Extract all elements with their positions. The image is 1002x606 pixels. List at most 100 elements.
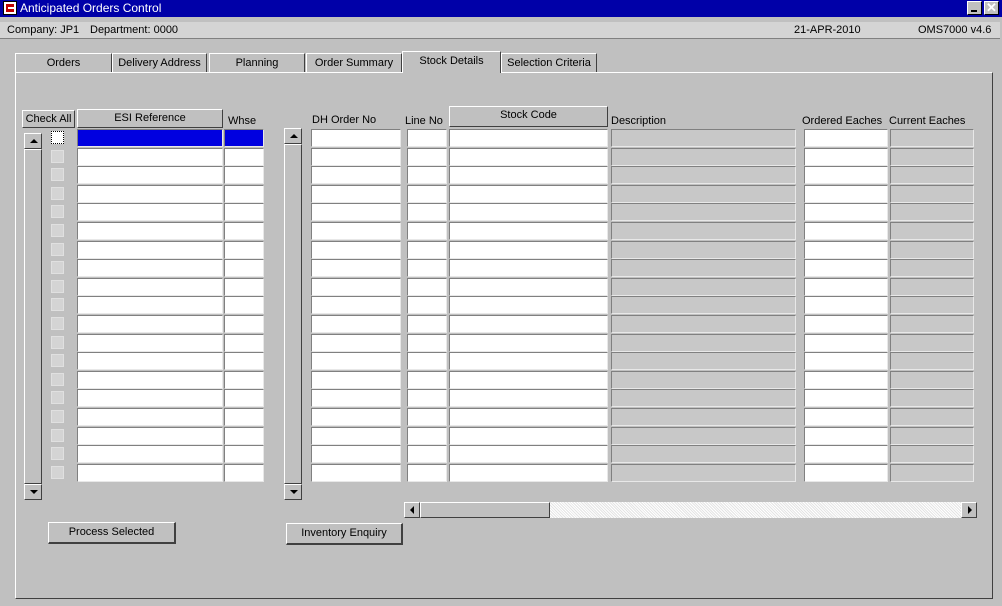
stock-code-cell[interactable] xyxy=(449,371,608,389)
left-vertical-scrollbar[interactable] xyxy=(24,133,42,500)
line-no-cell[interactable] xyxy=(407,371,447,389)
whse-cell[interactable] xyxy=(224,259,264,277)
ordered-eaches-cell[interactable] xyxy=(804,352,888,370)
row-checkbox[interactable] xyxy=(51,205,64,218)
stock-code-cell[interactable] xyxy=(449,408,608,426)
row-checkbox[interactable] xyxy=(51,317,64,330)
process-selected-button[interactable]: Process Selected xyxy=(48,522,176,544)
stock-code-cell[interactable] xyxy=(449,185,608,203)
esi-reference-cell[interactable] xyxy=(77,371,223,389)
dh-order-no-cell[interactable] xyxy=(311,296,401,314)
row-checkbox[interactable] xyxy=(51,187,64,200)
ordered-eaches-cell[interactable] xyxy=(804,148,888,166)
ordered-eaches-cell[interactable] xyxy=(804,278,888,296)
esi-reference-cell[interactable] xyxy=(77,464,223,482)
ordered-eaches-cell[interactable] xyxy=(804,408,888,426)
whse-cell[interactable] xyxy=(224,389,264,407)
line-no-cell[interactable] xyxy=(407,389,447,407)
stock-code-cell[interactable] xyxy=(449,166,608,184)
line-no-cell[interactable] xyxy=(407,352,447,370)
stock-code-cell[interactable] xyxy=(449,427,608,445)
stock-code-cell[interactable] xyxy=(449,259,608,277)
esi-reference-cell[interactable] xyxy=(77,185,223,203)
row-checkbox[interactable] xyxy=(51,224,64,237)
esi-reference-cell[interactable] xyxy=(77,166,223,184)
whse-cell[interactable] xyxy=(224,371,264,389)
inventory-enquiry-button[interactable]: Inventory Enquiry xyxy=(286,523,403,545)
row-checkbox[interactable] xyxy=(51,280,64,293)
whse-cell[interactable] xyxy=(224,166,264,184)
ordered-eaches-cell[interactable] xyxy=(804,296,888,314)
line-no-cell[interactable] xyxy=(407,445,447,463)
left-scroll-down-button[interactable] xyxy=(24,484,42,500)
right-vertical-scrollbar[interactable] xyxy=(284,128,302,500)
whse-cell[interactable] xyxy=(224,427,264,445)
dh-order-no-cell[interactable] xyxy=(311,464,401,482)
row-checkbox[interactable] xyxy=(51,466,64,479)
esi-reference-cell[interactable] xyxy=(77,445,223,463)
line-no-cell[interactable] xyxy=(407,241,447,259)
dh-order-no-cell[interactable] xyxy=(311,334,401,352)
dh-order-no-cell[interactable] xyxy=(311,259,401,277)
row-checkbox[interactable] xyxy=(51,391,64,404)
close-button[interactable]: ✕ xyxy=(984,0,999,15)
line-no-cell[interactable] xyxy=(407,408,447,426)
ordered-eaches-cell[interactable] xyxy=(804,166,888,184)
tab-planning[interactable]: Planning xyxy=(209,53,305,72)
whse-cell[interactable] xyxy=(224,334,264,352)
minimize-button[interactable] xyxy=(967,1,982,15)
stock-code-cell[interactable] xyxy=(449,222,608,240)
right-scroll-up-button[interactable] xyxy=(284,128,302,144)
ordered-eaches-cell[interactable] xyxy=(804,315,888,333)
esi-reference-cell[interactable] xyxy=(77,241,223,259)
ordered-eaches-cell[interactable] xyxy=(804,129,888,147)
line-no-cell[interactable] xyxy=(407,203,447,221)
whse-cell[interactable] xyxy=(224,222,264,240)
whse-cell[interactable] xyxy=(224,352,264,370)
stock-code-cell[interactable] xyxy=(449,315,608,333)
ordered-eaches-cell[interactable] xyxy=(804,241,888,259)
whse-cell[interactable] xyxy=(224,185,264,203)
line-no-cell[interactable] xyxy=(407,334,447,352)
ordered-eaches-cell[interactable] xyxy=(804,371,888,389)
dh-order-no-cell[interactable] xyxy=(311,445,401,463)
dh-order-no-cell[interactable] xyxy=(311,129,401,147)
stock-code-cell[interactable] xyxy=(449,203,608,221)
row-checkbox[interactable] xyxy=(51,168,64,181)
row-checkbox[interactable] xyxy=(51,131,64,144)
tab-selection-criteria[interactable]: Selection Criteria xyxy=(501,53,597,72)
esi-reference-cell[interactable] xyxy=(77,222,223,240)
esi-reference-cell[interactable] xyxy=(77,352,223,370)
dh-order-no-cell[interactable] xyxy=(311,278,401,296)
stock-code-cell[interactable] xyxy=(449,352,608,370)
ordered-eaches-cell[interactable] xyxy=(804,427,888,445)
stock-code-cell[interactable] xyxy=(449,241,608,259)
dh-order-no-cell[interactable] xyxy=(311,408,401,426)
esi-reference-cell[interactable] xyxy=(77,129,223,147)
tab-delivery-address[interactable]: Delivery Address xyxy=(112,53,207,72)
ordered-eaches-cell[interactable] xyxy=(804,389,888,407)
line-no-cell[interactable] xyxy=(407,166,447,184)
dh-order-no-cell[interactable] xyxy=(311,371,401,389)
dh-order-no-cell[interactable] xyxy=(311,427,401,445)
stock-code-cell[interactable] xyxy=(449,296,608,314)
esi-reference-cell[interactable] xyxy=(77,408,223,426)
right-scroll-thumb[interactable] xyxy=(284,144,302,484)
whse-cell[interactable] xyxy=(224,464,264,482)
esi-reference-cell[interactable] xyxy=(77,389,223,407)
row-checkbox[interactable] xyxy=(51,429,64,442)
stock-code-cell[interactable] xyxy=(449,464,608,482)
dh-order-no-cell[interactable] xyxy=(311,315,401,333)
stock-code-cell[interactable] xyxy=(449,278,608,296)
row-checkbox[interactable] xyxy=(51,373,64,386)
stock-code-cell[interactable] xyxy=(449,334,608,352)
whse-cell[interactable] xyxy=(224,408,264,426)
esi-reference-cell[interactable] xyxy=(77,148,223,166)
whse-cell[interactable] xyxy=(224,445,264,463)
esi-reference-header[interactable]: ESI Reference xyxy=(77,109,223,128)
row-checkbox[interactable] xyxy=(51,261,64,274)
line-no-cell[interactable] xyxy=(407,427,447,445)
ordered-eaches-cell[interactable] xyxy=(804,203,888,221)
tab-order-summary[interactable]: Order Summary xyxy=(306,53,402,72)
esi-reference-cell[interactable] xyxy=(77,296,223,314)
